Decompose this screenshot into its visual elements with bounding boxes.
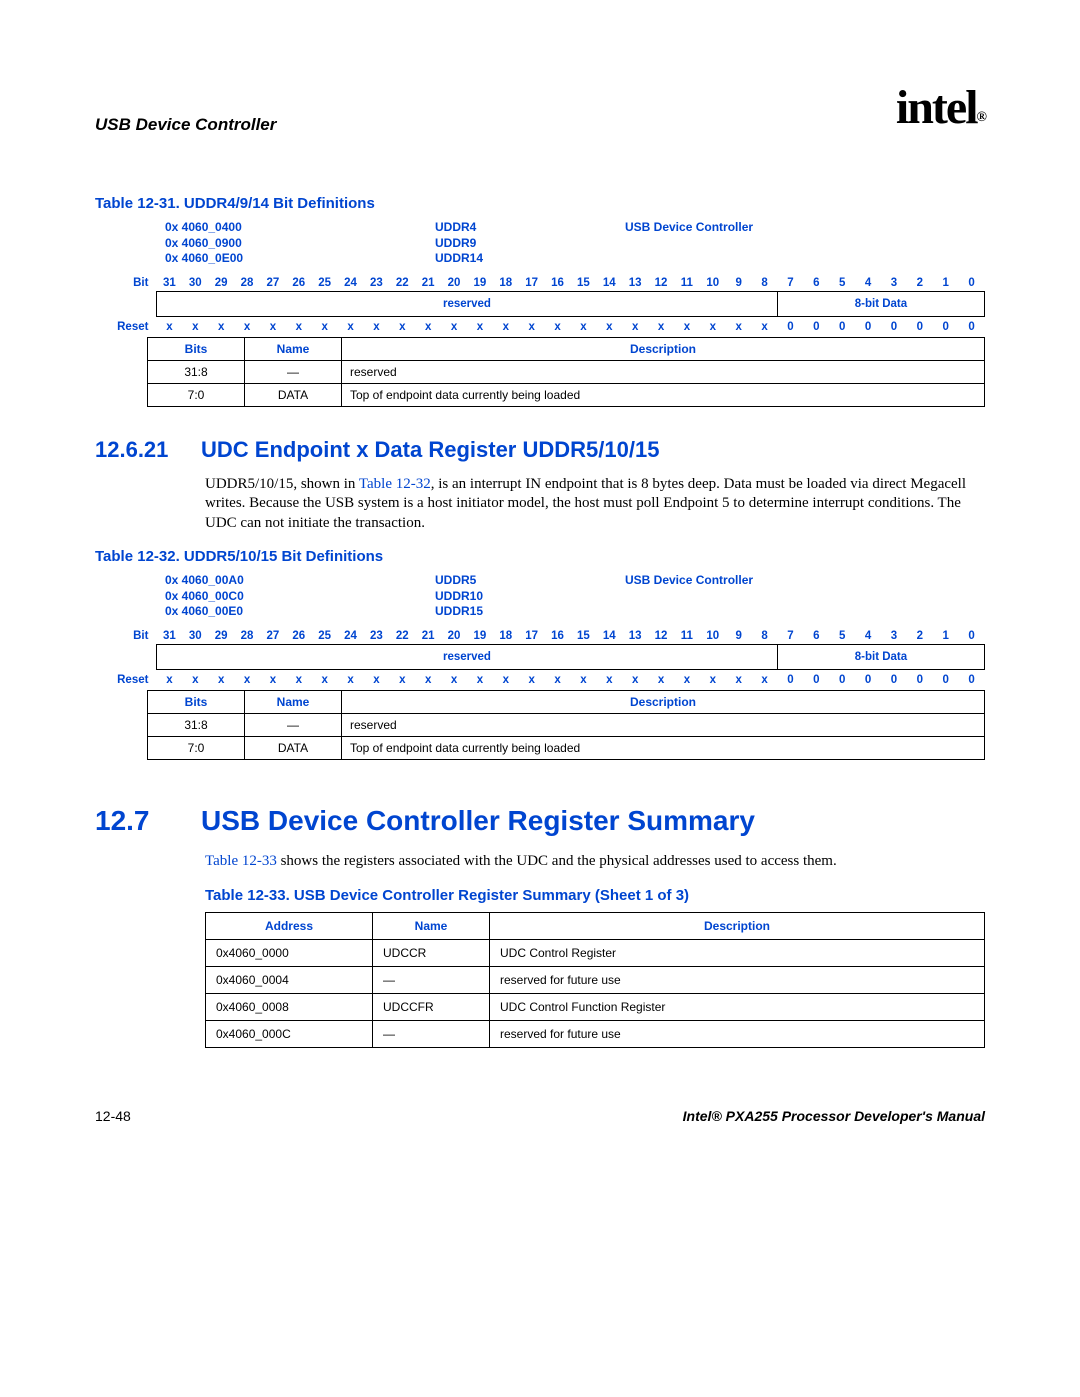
table-row: 0x4060_0000 UDCCR UDC Control Register bbox=[206, 939, 985, 966]
page-number: 12-48 bbox=[95, 1108, 131, 1124]
page-footer: 12-48 Intel® PXA255 Processor Developer'… bbox=[95, 1108, 985, 1124]
controller-name: USB Device Controller bbox=[625, 573, 985, 620]
table-31-reg-header: 0x 4060_0400 0x 4060_0900 0x 4060_0E00 U… bbox=[165, 220, 985, 267]
reg-names: UDDR4 UDDR9 UDDR14 bbox=[435, 220, 625, 267]
section-12-6-21-text: UDDR5/10/15, shown in Table 12-32, is an… bbox=[205, 475, 985, 534]
table-33-title: Table 12-33. USB Device Controller Regis… bbox=[205, 887, 985, 904]
table-ref-link[interactable]: Table 12-32 bbox=[359, 476, 431, 492]
field-reserved: reserved bbox=[156, 645, 777, 670]
section-12-6-21-heading: 12.6.21UDC Endpoint x Data Register UDDR… bbox=[95, 437, 985, 463]
addresses: 0x 4060_00A0 0x 4060_00C0 0x 4060_00E0 bbox=[165, 573, 435, 620]
table-row: 31:8 — reserved bbox=[148, 360, 985, 383]
field-8bit-data: 8-bit Data bbox=[777, 291, 984, 316]
field-8bit-data: 8-bit Data bbox=[777, 645, 984, 670]
field-reserved: reserved bbox=[156, 291, 777, 316]
addresses: 0x 4060_0400 0x 4060_0900 0x 4060_0E00 bbox=[165, 220, 435, 267]
header-title: USB Device Controller bbox=[95, 115, 276, 135]
table-32-bits: Bit 313029282726252423222120191817161514… bbox=[95, 628, 985, 690]
table-31-title: Table 12-31. UDDR4/9/14 Bit Definitions bbox=[95, 195, 985, 212]
reg-names: UDDR5 UDDR10 UDDR15 bbox=[435, 573, 625, 620]
table-31-bits: Bit 313029282726252423222120191817161514… bbox=[95, 275, 985, 337]
table-row: 0x4060_0008 UDCCFR UDC Control Function … bbox=[206, 993, 985, 1020]
table-row: 31:8 — reserved bbox=[148, 714, 985, 737]
controller-name: USB Device Controller bbox=[625, 220, 985, 267]
table-row: 0x4060_0004 — reserved for future use bbox=[206, 966, 985, 993]
table-row: 0x4060_000C — reserved for future use bbox=[206, 1020, 985, 1047]
table-row: 7:0 DATA Top of endpoint data currently … bbox=[148, 383, 985, 406]
table-ref-link[interactable]: Table 12-33 bbox=[205, 853, 277, 869]
manual-title: Intel® PXA255 Processor Developer's Manu… bbox=[683, 1108, 985, 1124]
page-header: USB Device Controller intel® bbox=[95, 80, 985, 135]
table-32-title: Table 12-32. UDDR5/10/15 Bit Definitions bbox=[95, 548, 985, 565]
table-33-summary: Address Name Description 0x4060_0000 UDC… bbox=[205, 912, 985, 1048]
section-12-7-heading: 12.7USB Device Controller Register Summa… bbox=[95, 805, 985, 837]
table-31-desc: Bits Name Description 31:8 — reserved 7:… bbox=[147, 337, 985, 407]
table-row: 7:0 DATA Top of endpoint data currently … bbox=[148, 737, 985, 760]
intel-logo: intel® bbox=[896, 80, 985, 135]
table-32-desc: Bits Name Description 31:8 — reserved 7:… bbox=[147, 690, 985, 760]
section-12-7-text: Table 12-33 shows the registers associat… bbox=[205, 852, 985, 872]
table-32-reg-header: 0x 4060_00A0 0x 4060_00C0 0x 4060_00E0 U… bbox=[165, 573, 985, 620]
